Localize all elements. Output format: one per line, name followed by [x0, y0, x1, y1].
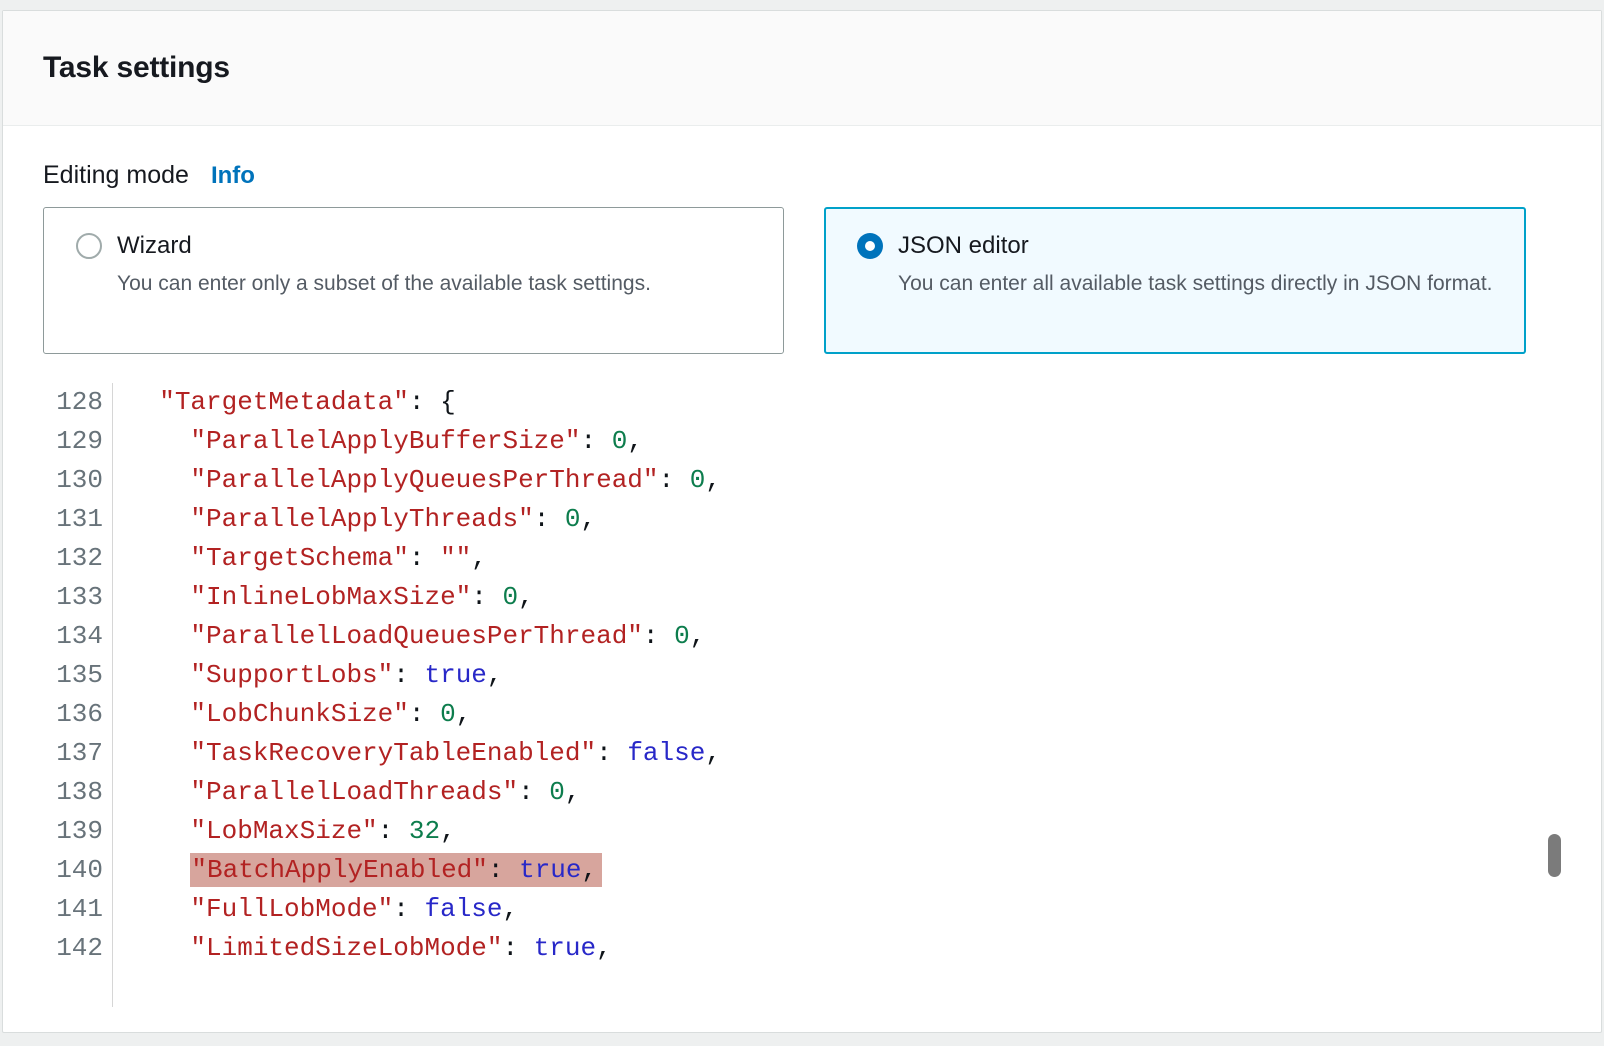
line-number: 142	[43, 929, 113, 968]
line-number	[43, 968, 113, 1007]
code-text[interactable]: "ParallelApplyThreads": 0,	[128, 500, 596, 539]
code-line[interactable]: 128 "TargetMetadata": {	[43, 383, 1561, 422]
json-editor-radio-row: JSON editor	[857, 232, 1505, 260]
code-line[interactable]: 142 "LimitedSizeLobMode": true,	[43, 929, 1561, 968]
json-editor-radio-button[interactable]	[857, 233, 883, 259]
line-number: 132	[43, 539, 113, 578]
line-number: 139	[43, 812, 113, 851]
code-lines: 128 "TargetMetadata": {129 "ParallelAppl…	[43, 383, 1561, 1007]
code-line[interactable]: 140 "BatchApplyEnabled": true,	[43, 851, 1561, 890]
line-number: 131	[43, 500, 113, 539]
code-text[interactable]: "TargetMetadata": {	[128, 383, 456, 422]
line-number: 138	[43, 773, 113, 812]
code-line[interactable]: 141 "FullLobMode": false,	[43, 890, 1561, 929]
line-number: 130	[43, 461, 113, 500]
editor-scrollbar-thumb[interactable]	[1548, 834, 1561, 877]
json-editor-option-description: You can enter all available task setting…	[898, 269, 1508, 299]
code-line[interactable]: 138 "ParallelLoadThreads": 0,	[43, 773, 1561, 812]
highlighted-code: "BatchApplyEnabled": true,	[190, 853, 602, 887]
line-number: 135	[43, 656, 113, 695]
code-editor[interactable]: 128 "TargetMetadata": {129 "ParallelAppl…	[43, 383, 1561, 1007]
code-text[interactable]: "FullLobMode": false,	[128, 890, 518, 929]
line-number: 136	[43, 695, 113, 734]
wizard-option-card[interactable]: Wizard You can enter only a subset of th…	[43, 207, 784, 354]
code-line[interactable]: 136 "LobChunkSize": 0,	[43, 695, 1561, 734]
panel-content: Editing mode Info Wizard You can enter o…	[3, 126, 1601, 1007]
wizard-radio-button[interactable]	[76, 233, 102, 259]
code-line[interactable]	[43, 968, 1561, 1007]
code-text[interactable]: "TargetSchema": "",	[128, 539, 487, 578]
code-line[interactable]: 135 "SupportLobs": true,	[43, 656, 1561, 695]
code-text[interactable]: "TaskRecoveryTableEnabled": false,	[128, 734, 721, 773]
editing-mode-row: Editing mode Info	[43, 161, 1561, 190]
wizard-option-description: You can enter only a subset of the avail…	[117, 269, 763, 299]
json-editor-option-card[interactable]: JSON editor You can enter all available …	[824, 207, 1526, 354]
json-editor-option-label: JSON editor	[898, 232, 1029, 260]
code-line[interactable]: 131 "ParallelApplyThreads": 0,	[43, 500, 1561, 539]
code-text[interactable]: "ParallelApplyBufferSize": 0,	[128, 422, 643, 461]
code-text[interactable]: "ParallelApplyQueuesPerThread": 0,	[128, 461, 721, 500]
code-text[interactable]: "SupportLobs": true,	[128, 656, 503, 695]
wizard-option-label: Wizard	[117, 232, 192, 260]
line-number: 133	[43, 578, 113, 617]
code-text[interactable]: "LobChunkSize": 0,	[128, 695, 471, 734]
page-title: Task settings	[43, 51, 230, 85]
editing-mode-label: Editing mode	[43, 161, 189, 190]
code-line[interactable]: 129 "ParallelApplyBufferSize": 0,	[43, 422, 1561, 461]
info-link[interactable]: Info	[211, 162, 255, 190]
code-line[interactable]: 134 "ParallelLoadQueuesPerThread": 0,	[43, 617, 1561, 656]
code-text[interactable]: "LimitedSizeLobMode": true,	[128, 929, 612, 968]
line-number: 129	[43, 422, 113, 461]
code-text[interactable]: "LobMaxSize": 32,	[128, 812, 456, 851]
code-text[interactable]: "BatchApplyEnabled": true,	[128, 851, 602, 890]
wizard-radio-row: Wizard	[76, 232, 763, 260]
code-line[interactable]: 137 "TaskRecoveryTableEnabled": false,	[43, 734, 1561, 773]
code-line[interactable]: 133 "InlineLobMaxSize": 0,	[43, 578, 1561, 617]
line-number: 137	[43, 734, 113, 773]
code-line[interactable]: 132 "TargetSchema": "",	[43, 539, 1561, 578]
task-settings-panel: Task settings Editing mode Info Wizard Y…	[2, 10, 1602, 1033]
editing-mode-options: Wizard You can enter only a subset of th…	[43, 207, 1561, 354]
code-text[interactable]: "ParallelLoadThreads": 0,	[128, 773, 581, 812]
panel-header: Task settings	[3, 11, 1601, 126]
code-text[interactable]: "InlineLobMaxSize": 0,	[128, 578, 534, 617]
line-number: 128	[43, 383, 113, 422]
code-line[interactable]: 139 "LobMaxSize": 32,	[43, 812, 1561, 851]
line-number: 141	[43, 890, 113, 929]
code-text[interactable]: "ParallelLoadQueuesPerThread": 0,	[128, 617, 705, 656]
code-line[interactable]: 130 "ParallelApplyQueuesPerThread": 0,	[43, 461, 1561, 500]
line-number: 140	[43, 851, 113, 890]
line-number: 134	[43, 617, 113, 656]
